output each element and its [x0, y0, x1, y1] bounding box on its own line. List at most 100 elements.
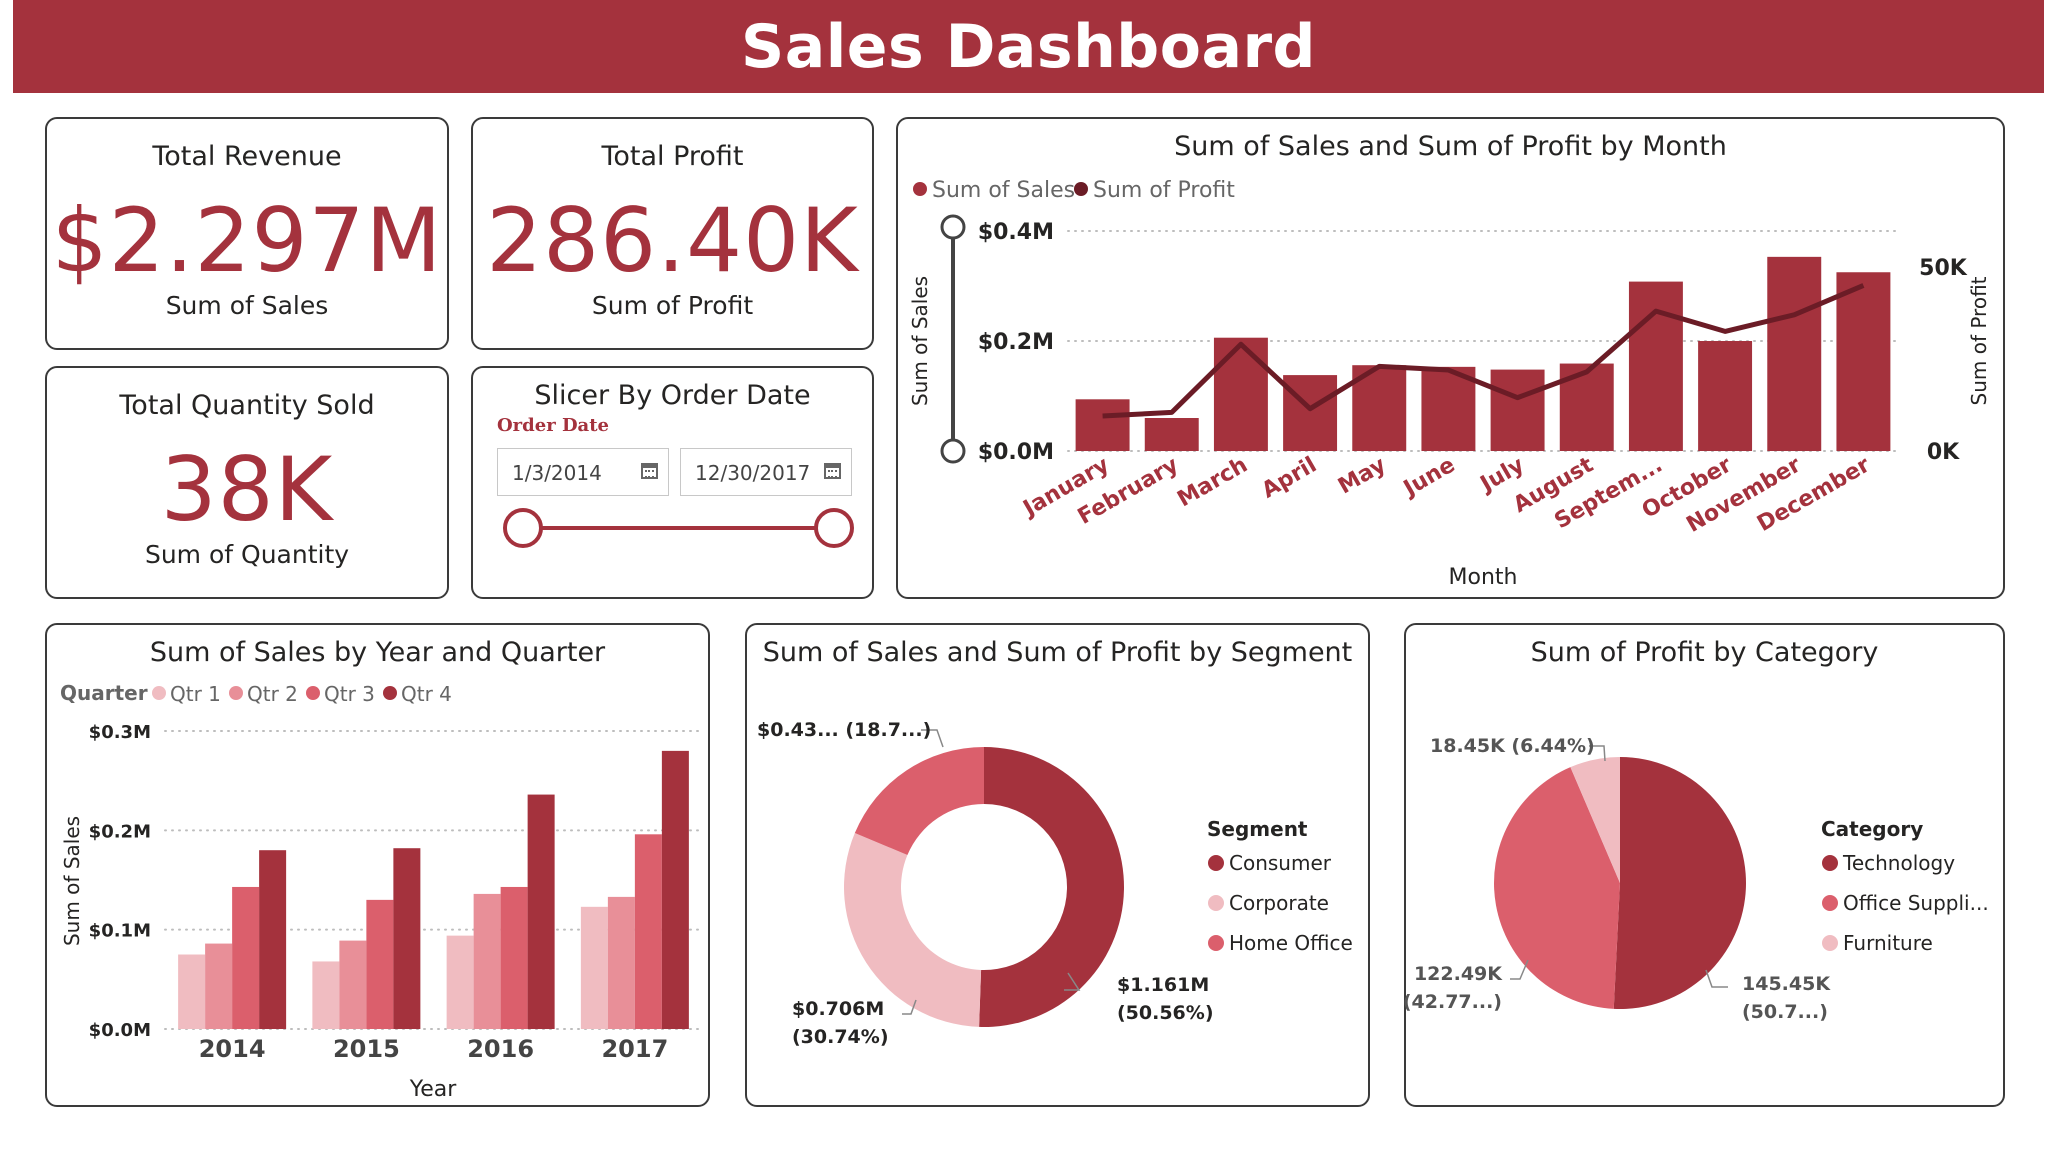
- x-tick-label: 2017: [601, 1035, 668, 1063]
- bar: [500, 886, 528, 1029]
- x-axis-title: Year: [409, 1077, 458, 1102]
- x-tick-label: 2015: [333, 1035, 400, 1063]
- legend-label: Consumer: [1229, 851, 1332, 875]
- bar: [1698, 341, 1753, 451]
- data-label-value: 145.45K: [1742, 973, 1831, 995]
- bar: [607, 896, 635, 1029]
- bar: [634, 834, 662, 1029]
- legend-marker: [152, 686, 166, 700]
- legend-marker: [1208, 935, 1224, 951]
- slice: [979, 747, 1124, 1027]
- bar: [473, 893, 501, 1029]
- kpi-card-revenue[interactable]: Total Revenue $2.297M Sum of Sales: [45, 117, 449, 350]
- kpi-title: Total Quantity Sold: [119, 390, 375, 421]
- kpi-caption: Sum of Profit: [591, 291, 754, 320]
- bar: [259, 850, 287, 1029]
- category-chart: 145.45K (50.7...) 122.49K (42.77...) 18.45K …: [1403, 735, 1989, 1023]
- bar: [661, 750, 689, 1029]
- kpi-title: Total Revenue: [152, 141, 342, 172]
- y2-tick-label: 50K: [1919, 256, 1968, 281]
- legend-marker: [306, 686, 320, 700]
- x-tick-label: March: [1173, 453, 1252, 513]
- legend-title: Category: [1821, 817, 1923, 841]
- kpi-card-quantity[interactable]: Total Quantity Sold 38K Sum of Quantity: [45, 366, 449, 599]
- legend-marker: [1822, 935, 1838, 951]
- kpi-card-profit[interactable]: Total Profit 286.40K Sum of Profit: [471, 117, 874, 350]
- bar: [1628, 281, 1683, 451]
- y-tick-label: $0.0M: [89, 1020, 151, 1041]
- kpi-value: $2.297M: [51, 189, 443, 292]
- date-slicer-card: Slicer By Order Date Order Date 1/3/2014…: [471, 366, 874, 599]
- bar: [1283, 375, 1338, 451]
- slider-handle-start[interactable]: [503, 508, 543, 548]
- category-chart-card: Sum of Profit by Category 145.45K (50.7..…: [1403, 623, 2005, 1107]
- x-tick-label: 2016: [467, 1035, 534, 1063]
- bar: [580, 906, 608, 1029]
- legend-marker-sales: [913, 182, 927, 196]
- date-range-slider[interactable]: [473, 368, 876, 601]
- legend-title: Segment: [1207, 817, 1308, 841]
- legend-title: Quarter: [60, 681, 148, 705]
- legend-label: Office Suppli...: [1843, 891, 1989, 915]
- segment-chart-card: Sum of Sales and Sum of Profit by Segmen…: [745, 623, 1370, 1107]
- legend-label: Qtr 3: [324, 682, 375, 706]
- monthly-chart: Sum of Sales Sum of Profit $0.0M $0.2M $0.4M…: [908, 178, 1991, 590]
- data-label-value: 18.45K (6.44%): [1430, 735, 1595, 757]
- legend-label: Home Office: [1229, 931, 1353, 955]
- data-label-value: $1.161M: [1117, 974, 1209, 996]
- leader-line: [1705, 969, 1728, 988]
- legend-marker: [1208, 895, 1224, 911]
- slider-handle-end[interactable]: [814, 508, 854, 548]
- slice: [854, 747, 984, 855]
- y-tick-label: $0.0M: [978, 440, 1054, 465]
- data-label-value: 122.49K: [1414, 963, 1503, 985]
- legend-marker: [383, 686, 397, 700]
- legend-label: Qtr 1: [170, 682, 221, 706]
- legend-marker-profit: [1074, 182, 1088, 196]
- slice: [1613, 757, 1746, 1009]
- x-tick-label: May: [1334, 453, 1390, 500]
- yearly-chart: Quarter Qtr 1 Qtr 2 Qtr 3 Qtr 4 $0.0M $0.1M $0.…: [60, 681, 703, 1102]
- bar: [366, 899, 394, 1029]
- bar: [1213, 337, 1268, 451]
- y-tick-label: $0.3M: [89, 722, 151, 743]
- data-label-pct: (30.74%): [792, 1026, 889, 1048]
- x-axis-title: Month: [1449, 565, 1518, 590]
- kpi-caption: Sum of Quantity: [144, 540, 350, 569]
- x-tick-label: April: [1258, 453, 1321, 504]
- segment-chart: $1.161M (50.56%) $0.706M (30.74%) $0.43... (…: [757, 719, 1353, 1048]
- yearly-chart-card: Sum of Sales by Year and Quarter Quarter…: [45, 623, 710, 1107]
- x-tick-label: 2014: [199, 1035, 266, 1063]
- bar: [339, 940, 367, 1029]
- legend-label: Furniture: [1843, 931, 1933, 955]
- dashboard-title: Sales Dashboard: [741, 11, 1316, 82]
- y-tick-label: $0.2M: [978, 330, 1054, 355]
- data-label-pct: (50.7...): [1742, 1001, 1828, 1023]
- zoom-slider-handle: [940, 214, 966, 240]
- bar: [205, 943, 233, 1029]
- legend-marker: [1208, 855, 1224, 871]
- y2-tick-label: 0K: [1927, 440, 1960, 465]
- bar: [527, 794, 555, 1029]
- x-tick-label: June: [1398, 453, 1459, 503]
- bar: [393, 848, 421, 1029]
- y2-axis-title: Sum of Profit: [1967, 276, 1991, 405]
- data-label-pct: (42.77...): [1403, 991, 1502, 1013]
- kpi-caption: Sum of Sales: [165, 291, 329, 320]
- bar: [446, 935, 474, 1029]
- data-label-value: $0.43... (18.7...): [757, 719, 931, 741]
- kpi-value: 286.40K: [486, 189, 859, 292]
- bar: [232, 886, 260, 1029]
- y-tick-label: $0.1M: [89, 921, 151, 942]
- legend-marker: [229, 686, 243, 700]
- monthly-chart-card: Sum of Sales and Sum of Profit by Month …: [896, 117, 2005, 599]
- y-tick-label: $0.4M: [978, 220, 1054, 245]
- legend-label: Qtr 2: [247, 682, 298, 706]
- data-label-pct: (50.56%): [1117, 1002, 1214, 1024]
- bar: [1075, 399, 1130, 451]
- bar: [1836, 272, 1891, 451]
- dashboard-header: Sales Dashboard: [13, 0, 2044, 93]
- legend-label-sales: Sum of Sales: [932, 178, 1075, 203]
- legend-label: Technology: [1842, 851, 1955, 875]
- kpi-value: 38K: [160, 438, 334, 541]
